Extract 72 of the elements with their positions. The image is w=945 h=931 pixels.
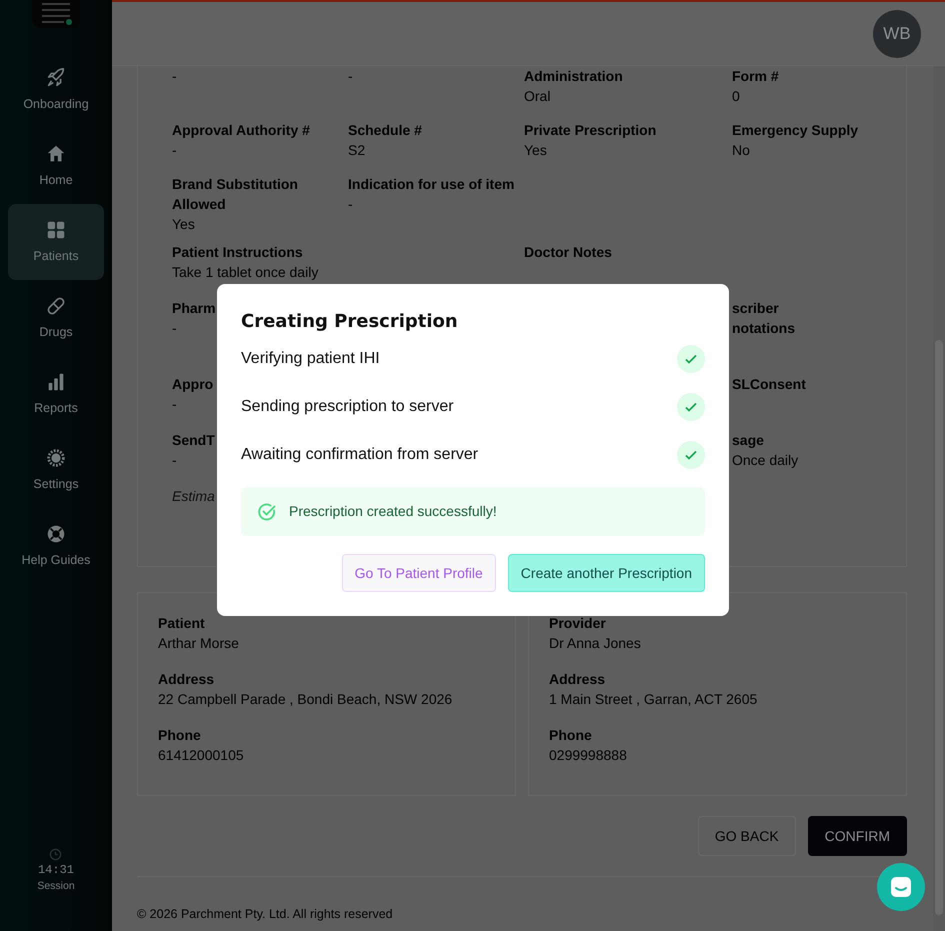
sidebar-item[interactable]: Patients — [8, 204, 104, 280]
field-label: Patient Instructions — [172, 243, 303, 262]
field-label: Address — [549, 670, 606, 689]
sidebar-item[interactable]: Drugs — [8, 280, 104, 356]
sidebar-item[interactable]: Reports — [8, 356, 104, 432]
capsule-icon — [45, 294, 67, 317]
field-label: Brand Substitution Allowed — [172, 175, 299, 214]
field-value: Oral — [524, 87, 550, 106]
note-text: Estima — [172, 487, 215, 506]
rocket-icon — [45, 66, 67, 89]
check-circle-icon — [257, 502, 277, 522]
field-label: Doctor Notes — [524, 243, 612, 262]
create-another-button[interactable]: Create another Prescription — [508, 554, 705, 592]
field-label: SLConsent — [732, 375, 806, 394]
step-label: Awaiting confirmation from server — [241, 445, 478, 465]
field-value: Take 1 tablet once daily — [172, 263, 318, 282]
profile-button[interactable]: Go To Patient Profile — [342, 554, 496, 592]
field-label: Patient — [158, 614, 205, 633]
sidebar-item[interactable]: Settings — [8, 432, 104, 508]
clock-icon — [49, 848, 62, 862]
dialog-title: Creating Prescription — [241, 310, 459, 334]
field-value: - — [348, 195, 353, 214]
field-label: Phone — [158, 726, 201, 745]
field-value: - — [348, 67, 353, 86]
field-value: 0 — [732, 87, 740, 106]
field-value: 22 Campbell Parade , Bondi Beach, NSW 2026 — [158, 690, 452, 709]
field-label: Indication for use of item — [348, 175, 514, 194]
chat-button[interactable] — [877, 863, 925, 911]
field-value: Once daily — [732, 451, 798, 470]
field-label: Approval Authority # — [172, 121, 310, 140]
field-value: No — [732, 141, 750, 160]
step-label: Sending prescription to server — [241, 397, 454, 417]
gear-icon — [45, 446, 67, 469]
alert-text: Prescription created successfully! — [289, 502, 497, 521]
chat-icon — [889, 875, 913, 899]
field-label: Emergency Supply — [732, 121, 858, 140]
step-label: Verifying patient IHI — [241, 349, 380, 369]
field-label: Appro — [172, 375, 214, 394]
field-label: Form # — [732, 67, 779, 86]
field-value: Yes — [524, 141, 547, 160]
sidebar-item[interactable]: Help Guides — [8, 508, 104, 584]
field-label: Pharm — [172, 299, 216, 318]
field-label: Administration — [524, 67, 623, 86]
field-label: Private Prescription — [524, 121, 656, 140]
field-value: - — [172, 319, 177, 338]
field-value: - — [172, 451, 177, 470]
session-label: Session — [37, 879, 75, 894]
field-value: 0299998888 — [549, 746, 627, 765]
field-value: Arthar Morse — [158, 634, 239, 653]
copyright-text: © 2026 Parchment Pty. Ltd. All rights reserved — [137, 906, 393, 923]
back-button[interactable]: GO BACK — [698, 816, 796, 856]
sidebar-item[interactable]: Onboarding — [8, 52, 104, 128]
confirm-button[interactable]: CONFIRM — [808, 816, 907, 856]
field-label: Schedule # — [348, 121, 422, 140]
field-value: - — [172, 67, 177, 86]
field-value: Yes — [172, 215, 195, 234]
field-label: SendT — [172, 431, 215, 450]
session-timer: 14:31 — [38, 862, 74, 880]
field-label: sage — [732, 431, 764, 450]
field-value: S2 — [348, 141, 366, 160]
field-label: Phone — [549, 726, 592, 745]
field-label: scriber notations — [732, 299, 796, 338]
field-value: 1 Main Street , Garran, ACT 2605 — [549, 690, 758, 709]
field-value: - — [172, 141, 177, 160]
user-avatar[interactable]: WB — [873, 10, 921, 58]
field-value: - — [172, 395, 177, 414]
logo-icon — [32, 0, 80, 28]
field-label: Address — [158, 670, 214, 689]
field-label: Provider — [549, 614, 606, 633]
sidebar-item[interactable]: Home — [8, 128, 104, 204]
field-value: Dr Anna Jones — [549, 634, 641, 653]
field-value: 61412000105 — [158, 746, 244, 765]
